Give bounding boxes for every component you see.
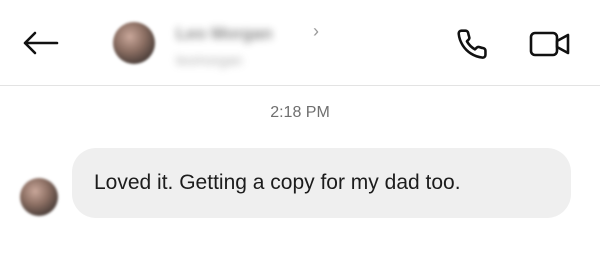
incoming-message-bubble[interactable]: Loved it. Getting a copy for my dad too. [72,148,571,218]
phone-icon [457,29,487,59]
back-button[interactable] [20,26,60,60]
contact-name: Leo Morgan [176,24,273,43]
video-call-button[interactable] [526,24,574,64]
contact-info[interactable]: Leo Morgan › leomorgan [176,20,356,76]
thread-header: Leo Morgan › leomorgan [0,0,600,86]
direct-message-thread: Leo Morgan › leomorgan 2:18 PM Loved it.… [0,0,600,280]
video-camera-icon [529,31,570,57]
sender-avatar[interactable] [20,178,58,216]
arrow-left-icon [23,31,59,55]
contact-avatar[interactable] [113,22,155,64]
message-timestamp: 2:18 PM [270,104,330,121]
audio-call-button[interactable] [452,24,492,64]
message-row: Loved it. Getting a copy for my dad too. [0,148,600,220]
contact-username: leomorgan [176,52,243,68]
chevron-right-icon: › [313,21,319,41]
